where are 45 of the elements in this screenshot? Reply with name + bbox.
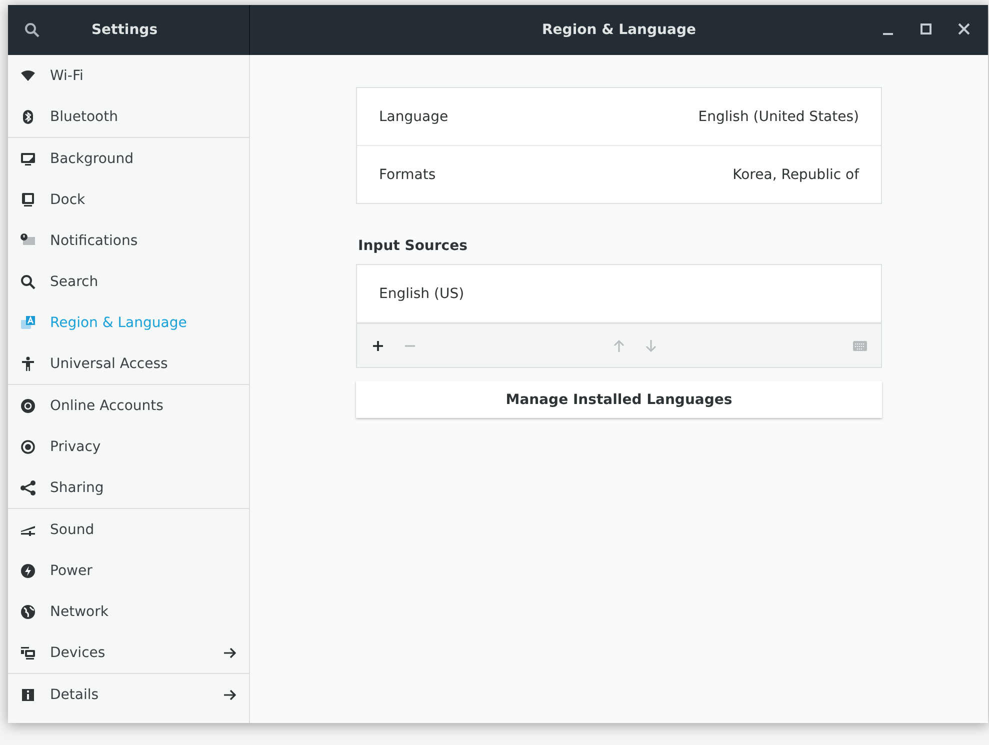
language-icon [20,314,36,330]
setting-value: English (United States) [698,108,859,124]
arrow-up-icon [611,338,627,354]
arrow-down-icon [643,338,659,354]
sidebar-item[interactable]: Search [8,261,249,302]
setting-row[interactable]: Language English (United States) [357,88,881,146]
section-heading: Input Sources [358,238,468,254]
wifi-icon [20,68,36,84]
devices-icon [20,644,36,660]
sidebar-item[interactable]: Power [8,550,249,591]
privacy-icon [20,438,36,454]
monitor-icon [20,192,36,208]
search-icon[interactable] [24,22,40,38]
sidebar-item[interactable]: Notifications [8,220,249,261]
sidebar-title: Settings [90,22,159,38]
monitor-icon [20,150,36,166]
manage-languages-button[interactable]: Manage Installed Languages [356,381,882,418]
sidebar-item[interactable]: Wi-Fi [8,55,249,96]
search-icon [20,274,36,290]
sidebar-item[interactable]: Bluetooth [8,96,249,137]
sidebar-item[interactable]: Details [8,674,249,715]
info-icon [20,686,36,702]
sidebar-item[interactable]: Sharing [8,467,249,508]
power-icon [20,562,36,578]
input-source-label: English (US) [379,286,464,302]
globe-icon [20,604,36,620]
setting-label: Language [379,108,448,124]
setting-row[interactable]: Formats Korea, Republic of [357,146,881,203]
setting-value: Korea, Republic of [732,166,859,182]
minus-icon [405,344,415,346]
maximize-icon[interactable] [918,21,934,37]
sidebar-item[interactable]: Devices [8,632,249,673]
sidebar-item[interactable]: Universal Access [8,343,249,384]
sidebar-item[interactable]: Online Accounts [8,385,249,426]
close-icon[interactable] [956,21,972,37]
sidebar-item[interactable]: Dock [8,179,249,220]
setting-label: Formats [379,166,436,182]
share-icon [20,480,36,496]
sidebar-item[interactable]: Sound [8,509,249,550]
sidebar-item[interactable]: Network [8,591,249,632]
sidebar-item[interactable]: Background [8,138,249,179]
bluetooth-icon [20,108,36,124]
window-title: Region & Language [542,22,696,38]
person-icon [20,356,36,372]
sidebar-item[interactable]: Privacy [8,426,249,467]
